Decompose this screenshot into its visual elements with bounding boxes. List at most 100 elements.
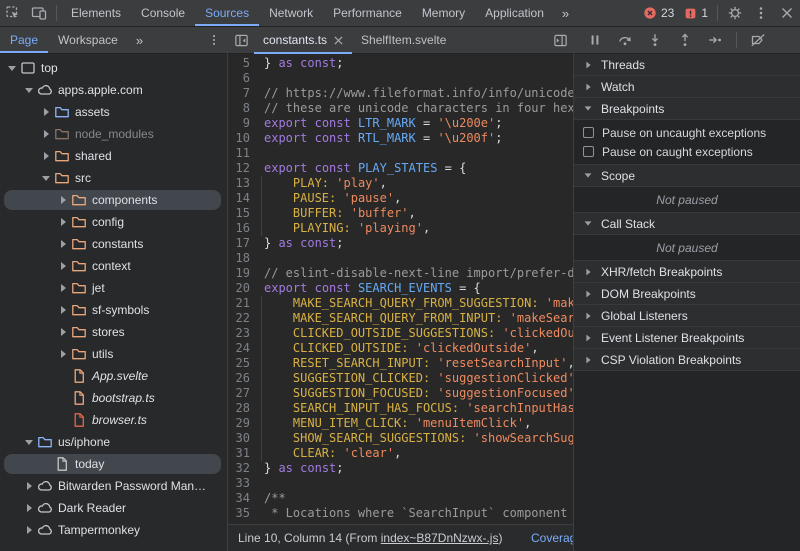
line-number[interactable]: 34	[228, 491, 250, 506]
tree-expand-arrow-icon[interactable]	[40, 108, 52, 116]
kebab-menu-icon[interactable]	[748, 0, 774, 26]
panel-tab-application[interactable]: Application	[475, 0, 554, 26]
tree-item-src[interactable]: src	[0, 167, 227, 189]
line-number[interactable]: 13	[228, 176, 250, 191]
line-number[interactable]: 20	[228, 281, 250, 296]
mapped-file-link[interactable]: index~B87DnNzwx-.js	[381, 531, 499, 545]
line-number[interactable]: 27	[228, 386, 250, 401]
gear-icon[interactable]	[722, 0, 748, 26]
line-number[interactable]: 10	[228, 131, 250, 146]
navigator-kebab-menu-icon[interactable]	[201, 27, 227, 53]
pause-icon[interactable]	[582, 27, 608, 53]
close-tab-icon[interactable]	[334, 35, 343, 45]
line-number[interactable]: 22	[228, 311, 250, 326]
toggle-navigator-panel-icon[interactable]	[228, 27, 254, 53]
issues-badge[interactable]: 1	[684, 6, 708, 20]
tree-expand-arrow-icon[interactable]	[23, 482, 35, 490]
tree-item-us-iphone[interactable]: us/iphone	[0, 431, 227, 453]
panel-tab-sources[interactable]: Sources	[195, 0, 259, 26]
line-number[interactable]: 31	[228, 446, 250, 461]
section-header-threads[interactable]: Threads	[574, 54, 800, 76]
step-icon[interactable]	[702, 27, 728, 53]
step-over-icon[interactable]	[612, 27, 638, 53]
section-header-csp-violation-breakpoints[interactable]: CSP Violation Breakpoints	[574, 349, 800, 371]
line-number[interactable]: 30	[228, 431, 250, 446]
line-number[interactable]: 17	[228, 236, 250, 251]
toggle-debugger-panel-icon[interactable]	[547, 27, 573, 53]
tree-item-tampermonkey[interactable]: Tampermonkey	[0, 519, 227, 541]
line-number[interactable]: 28	[228, 401, 250, 416]
deactivate-breakpoints-icon[interactable]	[745, 27, 771, 53]
file-tab-shelfitem-svelte[interactable]: ShelfItem.svelte	[352, 27, 455, 54]
section-header-watch[interactable]: Watch	[574, 76, 800, 98]
error-badge[interactable]: 23	[643, 6, 674, 20]
step-into-icon[interactable]	[642, 27, 668, 53]
tree-expand-arrow-icon[interactable]	[6, 65, 18, 71]
section-header-global-listeners[interactable]: Global Listeners	[574, 305, 800, 327]
tree-expand-arrow-icon[interactable]	[23, 87, 35, 93]
line-number[interactable]: 8	[228, 101, 250, 116]
line-number[interactable]: 7	[228, 86, 250, 101]
tree-item-jet[interactable]: jet	[0, 277, 227, 299]
tree-item-shared[interactable]: shared	[0, 145, 227, 167]
line-number[interactable]: 18	[228, 251, 250, 266]
close-icon[interactable]	[774, 0, 800, 26]
line-number[interactable]: 16	[228, 221, 250, 236]
checkbox-unchecked[interactable]	[583, 127, 594, 138]
section-header-xhr-fetch-breakpoints[interactable]: XHR/fetch Breakpoints	[574, 261, 800, 283]
pause-exception-option[interactable]: Pause on caught exceptions	[574, 142, 800, 161]
tree-expand-arrow-icon[interactable]	[40, 152, 52, 160]
line-number[interactable]: 12	[228, 161, 250, 176]
tree-expand-arrow-icon[interactable]	[23, 504, 35, 512]
tree-item-components[interactable]: components	[0, 189, 227, 211]
more-panels-button[interactable]: »	[554, 6, 577, 21]
line-number[interactable]: 29	[228, 416, 250, 431]
tree-item-app-svelte[interactable]: App.svelte	[0, 365, 227, 387]
tree-item-bootstrap-ts[interactable]: bootstrap.ts	[0, 387, 227, 409]
tree-item-bitwarden-password-man-[interactable]: Bitwarden Password Man…	[0, 475, 227, 497]
tree-item-assets[interactable]: assets	[0, 101, 227, 123]
tree-item-context[interactable]: context	[0, 255, 227, 277]
tree-expand-arrow-icon[interactable]	[57, 328, 69, 336]
line-number[interactable]: 11	[228, 146, 250, 161]
section-header-event-listener-breakpoints[interactable]: Event Listener Breakpoints	[574, 327, 800, 349]
section-header-breakpoints[interactable]: Breakpoints	[574, 98, 800, 120]
panel-tab-network[interactable]: Network	[259, 0, 323, 26]
tree-expand-arrow-icon[interactable]	[23, 526, 35, 534]
line-number[interactable]: 5	[228, 56, 250, 71]
tree-item-stores[interactable]: stores	[0, 321, 227, 343]
tree-item-utils[interactable]: utils	[0, 343, 227, 365]
device-toolbar-icon[interactable]	[26, 0, 52, 26]
tree-item-top[interactable]: top	[0, 57, 227, 79]
inspect-icon[interactable]	[0, 0, 26, 26]
navigator-tab-page[interactable]: Page	[0, 27, 48, 53]
panel-tab-elements[interactable]: Elements	[61, 0, 131, 26]
tree-expand-arrow-icon[interactable]	[57, 306, 69, 314]
tree-item-constants[interactable]: constants	[0, 233, 227, 255]
tree-expand-arrow-icon[interactable]	[57, 284, 69, 292]
code-editor[interactable]: 5} as const; 6 7// https://www.fileformat.…	[228, 54, 573, 524]
tree-expand-arrow-icon[interactable]	[57, 218, 69, 226]
file-tab-constants-ts[interactable]: constants.ts	[254, 27, 352, 54]
tree-expand-arrow-icon[interactable]	[23, 439, 35, 445]
line-number[interactable]: 6	[228, 71, 250, 86]
line-number[interactable]: 14	[228, 191, 250, 206]
line-number[interactable]: 21	[228, 296, 250, 311]
panel-tab-performance[interactable]: Performance	[323, 0, 412, 26]
tree-expand-arrow-icon[interactable]	[57, 196, 69, 204]
section-header-scope[interactable]: Scope	[574, 165, 800, 187]
tree-item-dark-reader[interactable]: Dark Reader	[0, 497, 227, 519]
tree-item-apps-apple-com[interactable]: apps.apple.com	[0, 79, 227, 101]
line-number[interactable]: 35	[228, 506, 250, 521]
panel-tab-console[interactable]: Console	[131, 0, 195, 26]
tree-expand-arrow-icon[interactable]	[57, 240, 69, 248]
line-number[interactable]: 25	[228, 356, 250, 371]
panel-tab-memory[interactable]: Memory	[412, 0, 475, 26]
tree-expand-arrow-icon[interactable]	[57, 262, 69, 270]
pause-exception-option[interactable]: Pause on uncaught exceptions	[574, 123, 800, 142]
line-number[interactable]: 32	[228, 461, 250, 476]
tree-item-today[interactable]: today	[0, 453, 227, 475]
tree-expand-arrow-icon[interactable]	[40, 130, 52, 138]
line-number[interactable]: 26	[228, 371, 250, 386]
section-header-call-stack[interactable]: Call Stack	[574, 213, 800, 235]
